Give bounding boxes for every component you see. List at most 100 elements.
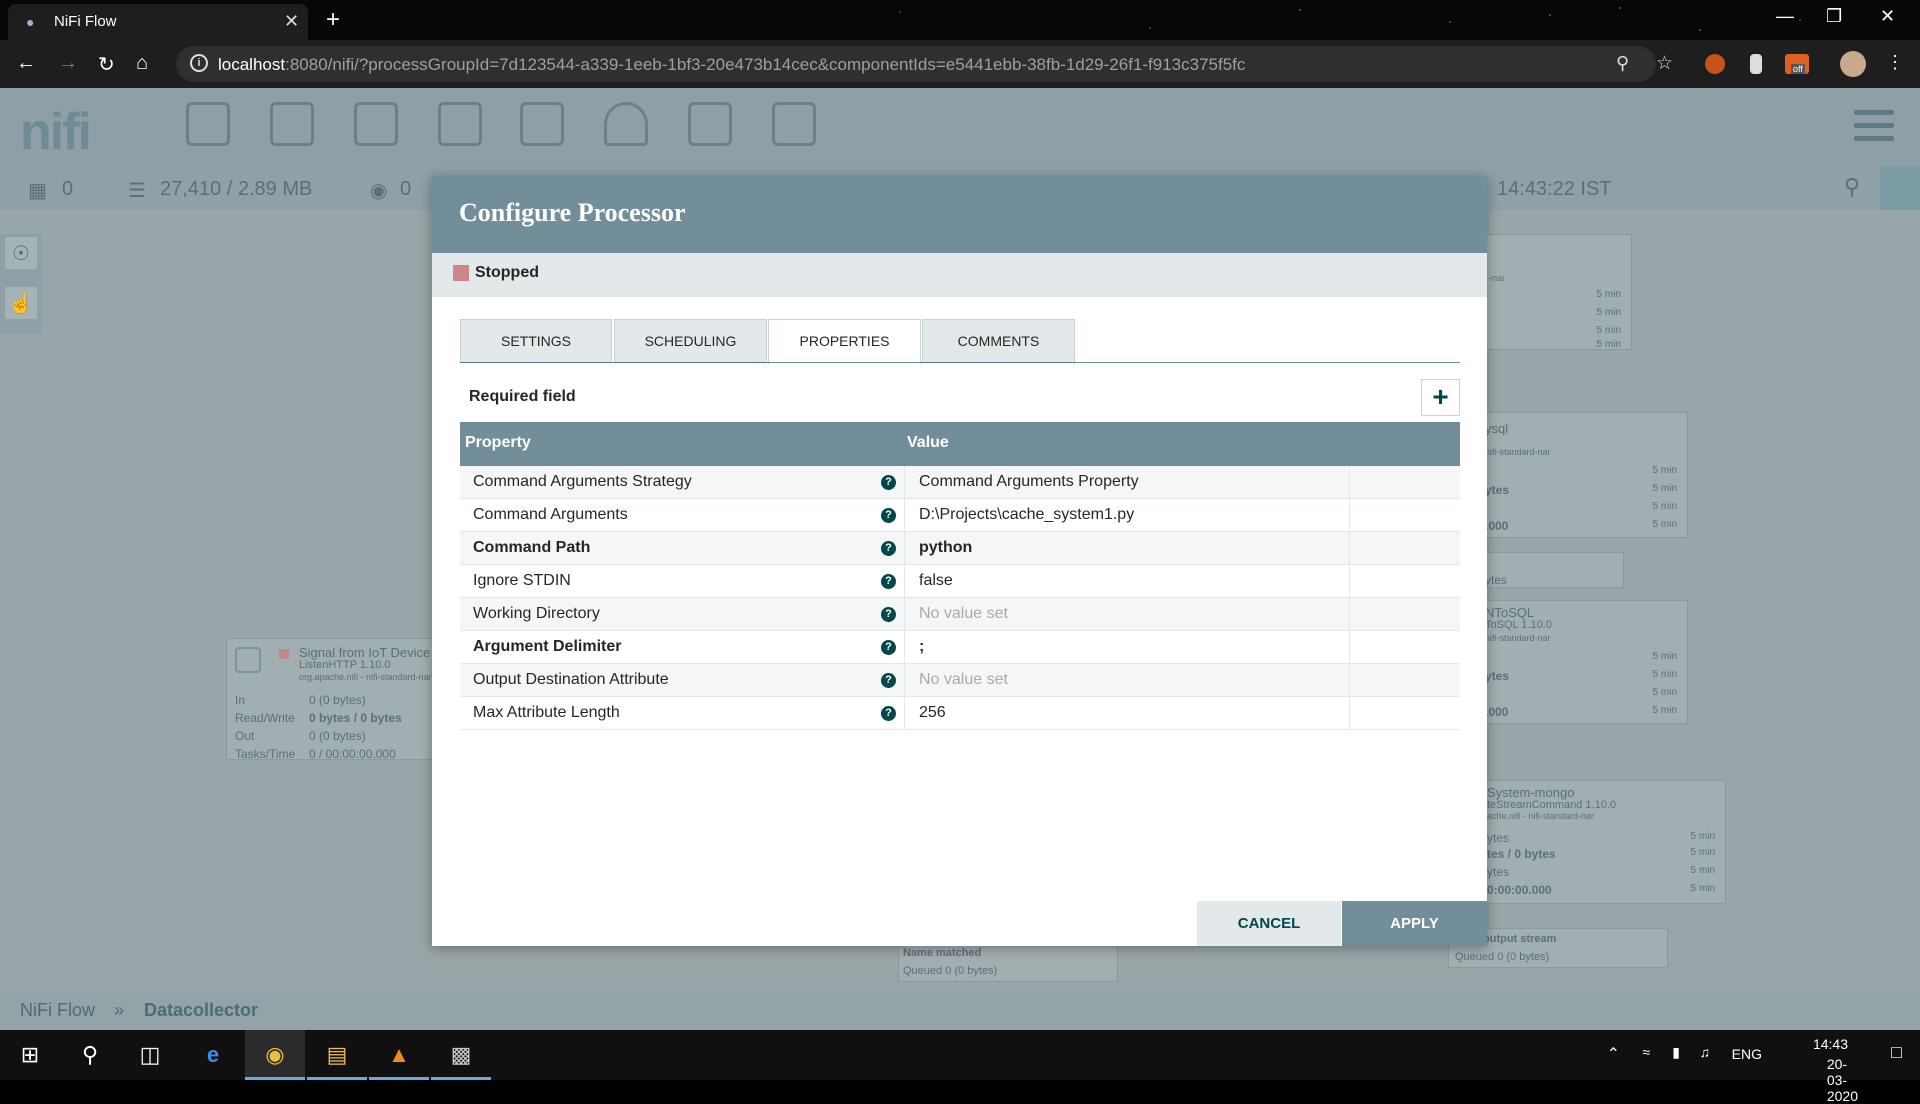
help-icon[interactable]: ?	[881, 475, 896, 490]
background-card-mongo[interactable]: System-mongo teStreamCommand 1.10.0 ache…	[1478, 780, 1726, 904]
search-icon[interactable]: ⚲	[1844, 174, 1860, 200]
volume-icon[interactable]: ♫	[1700, 1044, 1711, 1060]
breadcrumb-current: Datacollector	[144, 1000, 259, 1020]
table-body: Command Arguments Strategy? Command Argum…	[460, 466, 1460, 730]
network-icon[interactable]: ≈	[1642, 1044, 1650, 1060]
help-icon[interactable]: ?	[881, 706, 896, 721]
help-icon[interactable]: ?	[881, 541, 896, 556]
label-tool-icon[interactable]	[772, 102, 816, 146]
template-tool-icon[interactable]	[688, 102, 732, 146]
breadcrumb: NiFi Flow » Datacollector	[0, 990, 1920, 1030]
column-divider	[1349, 466, 1350, 499]
property-value[interactable]: Command Arguments Property	[919, 473, 1139, 491]
file-explorer-icon[interactable]: ▤	[307, 1030, 367, 1080]
zoom-icon[interactable]: ⚲	[1616, 53, 1629, 74]
column-value[interactable]: Value	[907, 434, 949, 452]
bulletin-icon[interactable]	[1880, 166, 1920, 210]
table-row[interactable]: Command Arguments Strategy? Command Argum…	[460, 466, 1460, 499]
vlc-icon[interactable]: ▲	[369, 1030, 429, 1080]
threads-icon: ▦	[28, 180, 47, 202]
terminal-icon[interactable]: ▩	[431, 1030, 491, 1080]
help-icon[interactable]: ?	[881, 574, 896, 589]
help-icon[interactable]: ?	[881, 607, 896, 622]
search-icon[interactable]: ⚲	[60, 1030, 120, 1080]
property-value[interactable]: No value set	[919, 605, 1008, 623]
tab-settings[interactable]: SETTINGS	[460, 319, 612, 363]
back-icon[interactable]: ←	[16, 52, 36, 75]
profile-avatar[interactable]	[1840, 51, 1866, 77]
table-row[interactable]: Command Arguments? D:\Projects\cache_syst…	[460, 499, 1460, 532]
chrome-icon[interactable]: ◉	[245, 1030, 305, 1080]
table-row[interactable]: Output Destination Attribute? No value se…	[460, 664, 1460, 697]
edge-icon[interactable]: e	[183, 1030, 243, 1080]
help-icon[interactable]: ?	[881, 673, 896, 688]
nifi-favicon-icon: ●	[26, 14, 35, 30]
site-info-icon[interactable]: i	[190, 54, 208, 72]
table-row[interactable]: Max Attribute Length? 256	[460, 697, 1460, 730]
processor-name: Signal from IoT Device	[299, 645, 431, 660]
notifications-icon[interactable]: □	[1891, 1042, 1902, 1063]
background-connection-1[interactable]: ytes	[1478, 552, 1624, 588]
property-value[interactable]: D:\Projects\cache_system1.py	[919, 506, 1134, 524]
column-property[interactable]: Property	[465, 434, 531, 452]
extension-off-icon[interactable]: off	[1785, 54, 1809, 74]
tab-properties[interactable]: PROPERTIES	[768, 319, 921, 364]
background-processor-card[interactable]: Signal from IoT Device ListenHTTP 1.10.0…	[226, 638, 436, 761]
chrome-menu-icon[interactable]: ⋮	[1886, 52, 1904, 73]
remote-group-tool-icon[interactable]	[520, 102, 564, 146]
task-view-icon[interactable]: ◫	[120, 1030, 180, 1080]
global-menu-icon[interactable]	[1854, 110, 1894, 149]
apply-button[interactable]: APPLY	[1342, 901, 1487, 946]
table-row[interactable]: Argument Delimiter?;	[460, 631, 1460, 664]
property-value[interactable]: 256	[919, 704, 946, 722]
language-indicator[interactable]: ENG	[1732, 1046, 1762, 1062]
property-value[interactable]: python	[919, 539, 972, 557]
extension-bottle-icon[interactable]	[1750, 54, 1762, 74]
output-port-tool-icon[interactable]	[354, 102, 398, 146]
table-row[interactable]: Command Path? python	[460, 532, 1460, 565]
dialog-status-bar	[432, 253, 1487, 297]
property-value[interactable]: No value set	[919, 671, 1008, 689]
compass-icon[interactable]: ☉	[4, 236, 38, 270]
close-tab-icon[interactable]: ✕	[284, 11, 299, 32]
processor-tool-icon[interactable]	[186, 102, 230, 146]
cancel-button[interactable]: CANCEL	[1197, 901, 1341, 946]
background-card-1[interactable]: -nar 5 min 5 min 5 min 5 min	[1478, 234, 1632, 350]
help-icon[interactable]: ?	[881, 508, 896, 523]
battery-icon[interactable]: ▮	[1672, 1044, 1680, 1061]
table-row[interactable]: Ignore STDIN? false	[460, 565, 1460, 598]
background-connection-matched[interactable]: Name matched Queued 0 (0 bytes)	[898, 944, 1118, 982]
tray-overflow-icon[interactable]: ⌃	[1607, 1044, 1620, 1064]
restore-icon[interactable]: ❐	[1826, 6, 1842, 27]
clock-date[interactable]: 20-03-2020	[1827, 1056, 1858, 1104]
dialog-header: Configure Processor	[432, 176, 1487, 253]
bookmark-star-icon[interactable]: ☆	[1656, 52, 1673, 75]
clock-time[interactable]: 14:43	[1813, 1036, 1848, 1052]
start-icon[interactable]: ⊞	[0, 1030, 60, 1080]
background-card-mysql[interactable]: ysql nifi-standard-nar 5 min ytes 5 min …	[1478, 412, 1688, 538]
property-name: Working Directory	[473, 605, 600, 622]
property-value[interactable]: false	[919, 572, 953, 590]
reload-icon[interactable]: ↻	[98, 52, 115, 77]
background-card-tosql[interactable]: NToSQL ToSQL 1.10.0 nifi-standard-nar 5 …	[1478, 600, 1688, 724]
table-row[interactable]: Working Directory? No value set	[460, 598, 1460, 631]
tab-comments[interactable]: COMMENTS	[922, 319, 1075, 363]
address-bar[interactable]: i localhost:8080/nifi/?processGroupId=7d…	[176, 46, 1673, 82]
home-icon[interactable]: ⌂	[136, 52, 148, 75]
process-group-tool-icon[interactable]	[438, 102, 482, 146]
breadcrumb-root[interactable]: NiFi Flow	[20, 1000, 95, 1021]
browser-tab[interactable]: ● NiFi Flow ✕	[8, 4, 308, 40]
input-port-tool-icon[interactable]	[270, 102, 314, 146]
new-tab-icon[interactable]: +	[326, 6, 340, 34]
close-window-icon[interactable]: ✕	[1880, 6, 1895, 27]
property-value[interactable]: ;	[919, 638, 924, 656]
help-icon[interactable]: ?	[881, 640, 896, 655]
processor-stats-values: 0 (0 bytes) 0 bytes / 0 bytes 0 (0 bytes…	[309, 693, 402, 761]
funnel-tool-icon[interactable]	[604, 102, 648, 146]
tab-scheduling[interactable]: SCHEDULING	[614, 319, 767, 363]
minimize-icon[interactable]: —	[1776, 6, 1794, 27]
forward-icon[interactable]: →	[58, 52, 78, 75]
extension-fire-icon[interactable]	[1705, 54, 1725, 74]
add-property-button[interactable]: +	[1421, 379, 1460, 416]
hand-icon[interactable]: ☝	[4, 286, 38, 320]
